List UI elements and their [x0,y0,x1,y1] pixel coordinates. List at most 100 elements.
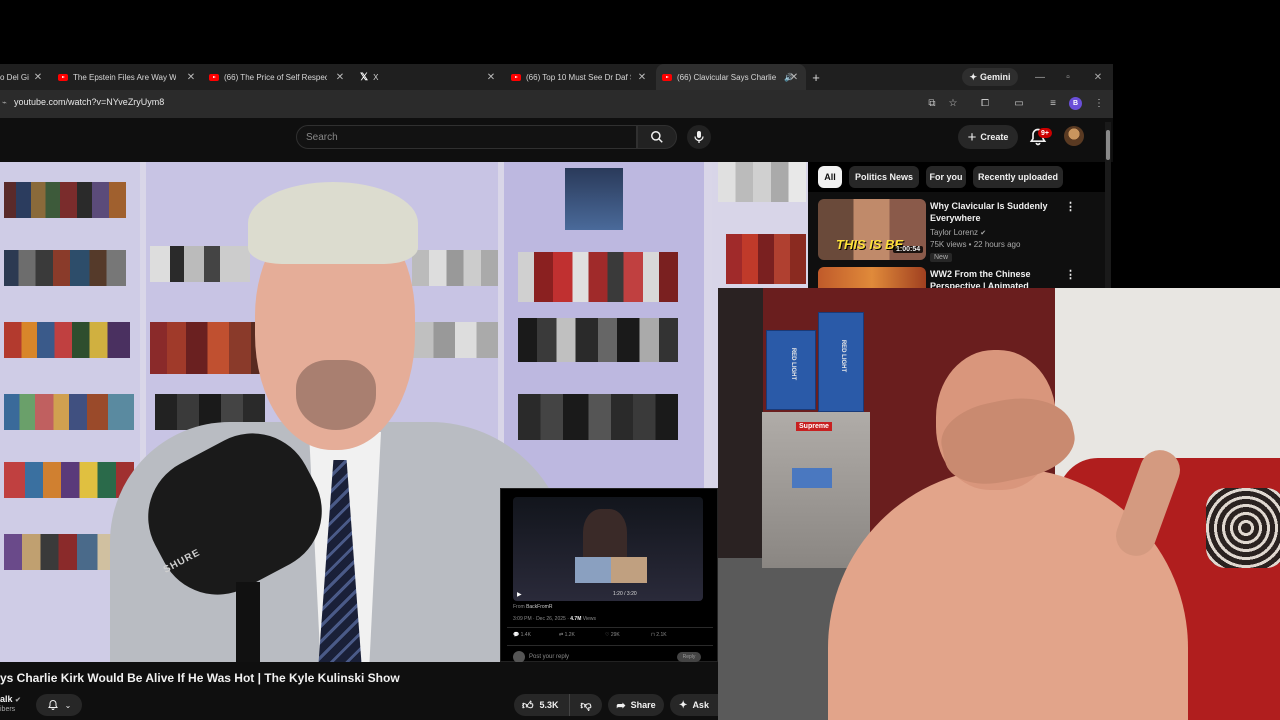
patterned-pillow [1206,488,1280,568]
browser-tab[interactable]: The Epstein Files Are Way Wors [58,64,176,90]
create-label: Create [980,132,1009,142]
thumbs-down-icon: 👎︎ [580,699,592,712]
share-button[interactable]: ➦ Share [608,694,664,716]
extensions-icon[interactable]: ⧠ [977,95,993,111]
tweet-video-inset [575,557,647,583]
book-row [150,246,250,282]
recommendation-title-line: Why Clavicular Is Suddenly [930,201,1048,211]
chip-all[interactable]: All [818,166,842,188]
browser-tab[interactable]: (66) The Price of Self Respect - [209,64,327,90]
tab-close-icon[interactable]: ✕ [788,64,800,90]
search-icon [651,131,663,143]
dislike-button[interactable]: 👎︎ [570,694,602,716]
create-button[interactable]: + Create [958,125,1018,149]
ask-button[interactable]: ✦ Ask [670,694,718,716]
recommendation-title-line: Everywhere [930,213,981,223]
book-row [726,234,806,284]
recommendation-channel[interactable]: Taylor Lorenz ✔ [930,227,986,239]
book-cover-display [565,168,623,230]
tweet-video-timecode: 1:20 / 3:20 [613,591,637,597]
share-label: Share [630,700,656,710]
tab-close-icon[interactable]: ✕ [334,64,346,90]
tweet-timestamp-text: 3:09 PM · Dec 26, 2025 · [513,616,569,622]
more-options-icon[interactable]: ⋮ [1065,268,1076,281]
bookmark-star-icon[interactable]: ☆ [945,95,961,111]
like-count: 29K [610,632,620,638]
chip-recently-uploaded[interactable]: Recently uploaded [973,166,1063,188]
recommendation-meta: 75K views • 22 hours ago [930,240,1021,249]
scrollbar-thumb[interactable] [1106,130,1110,160]
maximize-icon[interactable]: ▫ [1054,64,1082,90]
tweet-from: From BackFromR [513,604,553,610]
voice-search-button[interactable] [687,125,711,149]
tab-label: (66) Clavicular Says Charlie [677,72,777,82]
repost-stat[interactable]: ⇄ 1.2K [559,632,575,638]
browser-profile-avatar[interactable]: B [1069,97,1082,110]
browser-tab[interactable]: 𝕏 X [360,64,478,90]
gemini-sparkle-icon: ✦ [969,71,978,82]
chip-for-you[interactable]: For you [926,166,966,188]
tweet-views-label: Views [582,616,597,622]
repost-count: 1.2K [564,632,575,638]
thumbs-up-icon: 👍︎ [522,699,534,712]
user-avatar[interactable] [1064,126,1084,146]
media-controls-icon[interactable]: ≡ [1045,95,1061,111]
book-row [4,182,126,218]
recommendation-thumbnail[interactable] [818,267,926,288]
channel-name-text: alk [0,694,13,704]
video-title: ys Charlie Kirk Would Be Alive If He Was… [0,671,400,685]
tab-close-icon[interactable]: ✕ [636,64,648,90]
subscription-bell-button[interactable]: ⌄ [36,694,82,716]
presenter-hair [248,182,418,264]
tab-close-icon[interactable]: ✕ [185,64,197,90]
youtube-favicon-icon [662,73,672,81]
reply-input[interactable]: Post your reply [529,654,569,660]
webcam-overlay: RED LIGHT RED LIGHT Supreme [718,288,1280,720]
play-icon[interactable]: ▶ [517,591,522,598]
browser-tab[interactable]: o Del Gi [0,64,32,90]
plus-icon: + [967,128,977,146]
install-app-icon[interactable]: ⧉ [924,95,940,111]
tab-close-icon[interactable]: ✕ [32,64,44,90]
tab-close-icon[interactable]: ✕ [485,64,497,90]
fridge-sticker-blue [792,468,832,488]
tab-label: The Epstein Files Are Way Wors [73,72,176,82]
reply-button[interactable]: Reply [677,652,701,662]
channel-name: Taylor Lorenz [930,228,979,237]
bookmark-stat[interactable]: ⊓ 2.1K [651,632,667,638]
tweet-video[interactable]: ▶ 1:20 / 3:20 [513,497,703,601]
search-button[interactable] [637,125,677,149]
bell-icon [47,699,58,710]
new-tab-button[interactable]: + [810,64,822,90]
chevron-down-icon: ⌄ [64,700,72,710]
tweet-timestamp: 3:09 PM · Dec 26, 2025 · 4.7M Views [513,616,596,622]
url-field[interactable]: youtube.com/watch?v=NYveZryUym8 [14,97,164,107]
browser-menu-icon[interactable]: ⋮ [1091,95,1107,111]
book-row [412,250,498,286]
more-options-icon[interactable]: ⋮ [1065,200,1076,213]
reply-stat[interactable]: 💬 1.4K [513,632,531,638]
minimize-icon[interactable]: — [1026,64,1054,90]
recommendation-title[interactable]: WW2 From the Chinese Perspective | Anima… [930,268,1060,288]
youtube-favicon-icon [511,73,521,81]
site-info-icon[interactable]: ⌁ [2,98,10,108]
chip-politics-news[interactable]: Politics News [849,166,919,188]
mini-fridge: Supreme [762,412,870,568]
book-row [412,322,498,358]
like-button[interactable]: 👍︎ 5.3K [514,694,570,716]
box-label: RED LIGHT [840,339,847,373]
recommendation-title[interactable]: Why Clavicular Is Suddenly Everywhere [930,200,1060,224]
channel-name[interactable]: alk ✔ [0,694,21,704]
recommendation-title-line: Perspective | Animated History [930,281,1029,288]
gemini-button[interactable]: ✦ Gemini [962,68,1018,86]
browser-tab[interactable]: (66) Top 10 Must See Dr Daf Sh [511,64,631,90]
search-input[interactable] [306,130,626,144]
browser-tab-strip: o Del Gi ✕ The Epstein Files Are Way Wor… [0,64,1113,90]
browser-tab-active[interactable]: (66) Clavicular Says Charlie 🔊 [656,64,806,90]
like-stat[interactable]: ♡ 29K [605,632,620,638]
storage-box: RED LIGHT [818,312,864,412]
close-window-icon[interactable]: ✕ [1084,64,1112,90]
divider [507,645,713,646]
ask-label: Ask [692,700,709,710]
sidebar-icon[interactable]: ▭ [1011,95,1027,111]
